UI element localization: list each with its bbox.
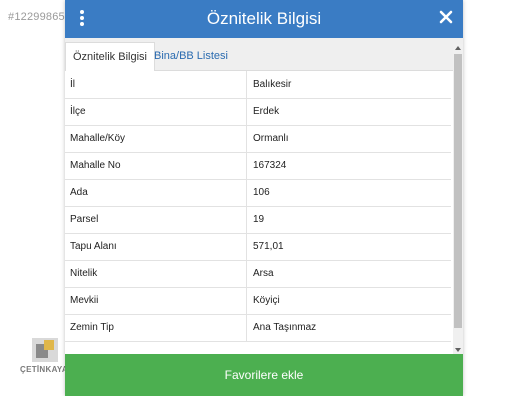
table-row: Parsel 19 [65,206,451,234]
row-key: Mevkii [70,295,99,306]
logo-brand-text: ÇETİNKAYA [20,365,68,374]
row-key: Tapu Alanı [70,241,117,252]
scroll-down-icon[interactable] [453,346,463,354]
row-value: Balıkesir [253,79,292,90]
table-row: Tapu Alanı 571,01 [65,233,451,261]
table-row: Mevkii Köyiçi [65,287,451,315]
table-row: İl Balıkesir [65,71,451,99]
table-row: Mahalle/Köy Ormanlı [65,125,451,153]
table-row: Mahalle No 167324 [65,152,451,180]
row-key: Ada [70,187,88,198]
row-key: Parsel [70,214,99,225]
modal-header: Öznitelik Bilgisi [65,0,463,38]
table-scrollbar[interactable] [453,44,463,354]
row-key: Nitelik [70,268,98,279]
row-key: İlçe [70,106,86,117]
listing-id-text: #12299865 [8,11,65,23]
row-value: Ana Taşınmaz [253,322,317,333]
row-value: 106 [253,187,270,198]
row-key: İl [70,79,75,90]
row-value: Erdek [253,106,280,117]
tab-bar: Öznitelik Bilgisi Bina/BB Listesi [65,38,463,72]
modal-title: Öznitelik Bilgisi [206,9,322,28]
table-row: Zemin Tip Ana Taşınmaz [65,314,451,342]
row-key: Mahalle No [70,160,121,171]
logo-mark-icon [32,338,58,362]
attribute-table: İl Balıkesir İlçe Erdek Mahalle/Köy Orma… [65,71,453,354]
row-value: Arsa [253,268,274,279]
row-key: Zemin Tip [70,322,114,333]
row-value: 571,01 [253,241,284,252]
row-value: Köyiçi [253,295,280,306]
table-row: İlçe Erdek [65,98,451,126]
row-value: 167324 [253,160,287,171]
scroll-thumb[interactable] [454,54,462,328]
table-row: Ada 106 [65,179,451,207]
row-value: Ormanlı [253,133,289,144]
table-row: Nitelik Arsa [65,260,451,288]
tab-attribute-info[interactable]: Öznitelik Bilgisi [65,42,155,72]
tab-building-list[interactable]: Bina/BB Listesi [147,42,235,70]
add-to-favorites-button[interactable]: Favorilere ekle [65,354,463,396]
row-key: Mahalle/Köy [70,133,126,144]
attribute-info-modal: Öznitelik Bilgisi Öznitelik Bilgisi Bina… [65,0,463,396]
row-value: 19 [253,214,265,225]
close-icon[interactable] [437,8,455,26]
scroll-up-icon[interactable] [453,44,463,52]
